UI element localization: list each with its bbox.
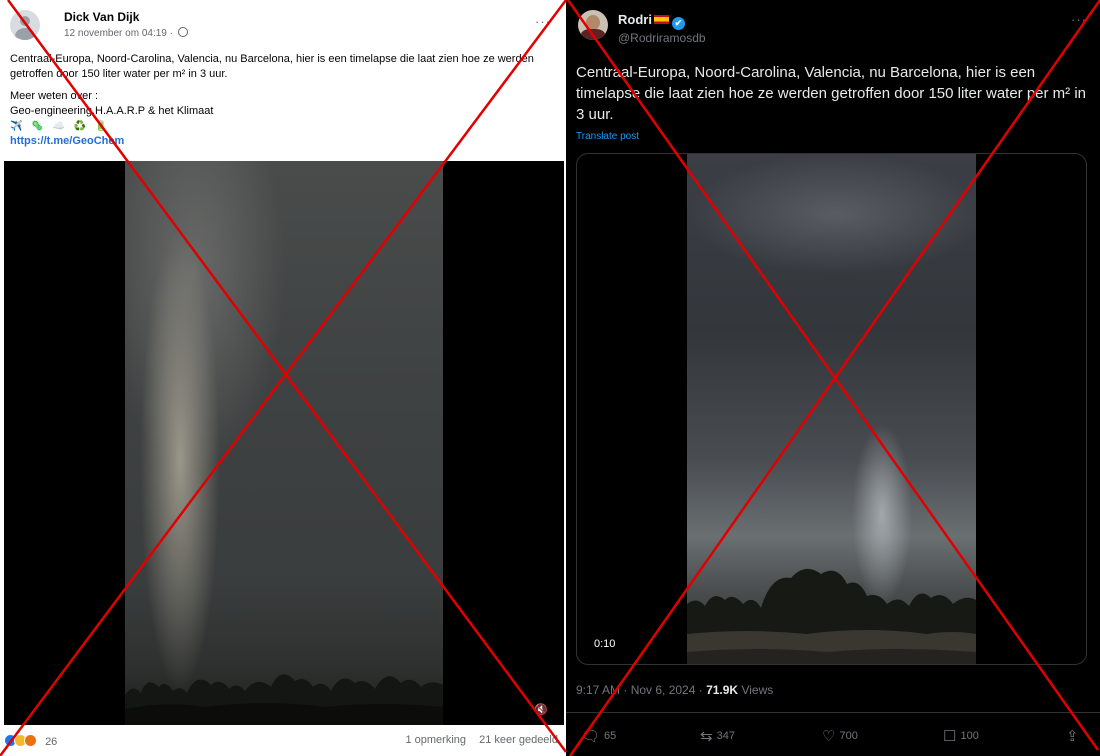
- fb-post-text: Centraal-Europa, Noord-Carolina, Valenci…: [10, 52, 555, 149]
- spain-flag-icon: [653, 15, 669, 24]
- x-more-options-button[interactable]: ···: [1071, 12, 1087, 27]
- x-like-count: 700: [839, 730, 858, 742]
- verified-badge-icon: ✔: [671, 17, 685, 30]
- reply-icon: 🗨: [581, 728, 601, 745]
- fb-timestamp-text[interactable]: 12 november om 04:19 ·: [64, 28, 173, 39]
- fb-reactions-count[interactable]: 26: [45, 736, 57, 748]
- x-translate-link[interactable]: Translate post: [576, 131, 639, 142]
- x-video-treeline: [687, 568, 976, 664]
- x-views-count: 71.9K: [706, 683, 739, 697]
- fb-post-body: Centraal-Europa, Noord-Carolina, Valenci…: [10, 53, 534, 80]
- fb-post-more-heading: Meer weten over :: [10, 90, 99, 102]
- x-views-label: Views: [741, 683, 774, 697]
- fb-engagement-stats: 1 opmerking 21 keer gedeeld: [405, 734, 558, 746]
- fb-author-name[interactable]: Dick Van Dijk: [64, 10, 139, 24]
- fb-post-timestamp[interactable]: 12 november om 04:19 ·: [64, 27, 188, 39]
- x-reply-button[interactable]: 🗨 65: [581, 727, 616, 745]
- fb-post-topics: Geo-engineering,H.A.A.R.P & het Klimaat: [10, 105, 214, 117]
- x-video-frame[interactable]: [687, 154, 976, 664]
- x-post: Rodri ✔ @Rodriramosdb ··· Centraal-Europa…: [566, 0, 1100, 756]
- fb-video-treeline: [125, 674, 443, 725]
- angry-reaction-icon: [24, 734, 37, 747]
- x-post-datetime[interactable]: 9:17 AM · Nov 6, 2024 ·: [576, 683, 703, 697]
- x-repost-button[interactable]: ⇆ 347: [700, 727, 735, 745]
- bookmark-icon: ☐: [943, 728, 957, 745]
- fb-mute-button[interactable]: 🔇: [534, 703, 548, 716]
- fb-more-options-button[interactable]: ···: [535, 14, 551, 29]
- fb-video-player[interactable]: 🔇: [4, 161, 564, 725]
- x-video-time: 0:10: [594, 638, 616, 650]
- fb-video-frame[interactable]: [125, 161, 443, 725]
- heart-icon: ♡: [822, 728, 836, 745]
- fb-post-emojis: ✈️ 🦠 ☁️ ♻️ 🔋: [10, 121, 111, 132]
- x-post-meta: 9:17 AM · Nov 6, 2024 · 71.9K Views: [576, 683, 773, 697]
- fb-post-link[interactable]: https://t.me/GeoChem: [10, 135, 124, 147]
- globe-icon: [177, 27, 188, 37]
- x-like-button[interactable]: ♡ 700: [822, 727, 858, 745]
- x-share-button[interactable]: ⇪: [1066, 727, 1083, 745]
- x-reply-count: 65: [604, 730, 617, 742]
- fb-reactions[interactable]: 26: [4, 734, 57, 748]
- x-author-name-row[interactable]: Rodri ✔: [618, 12, 685, 30]
- x-post-text: Centraal-Europa, Noord-Carolina, Valenci…: [576, 64, 1087, 123]
- x-divider: [566, 712, 1100, 713]
- x-video-player[interactable]: 0:10: [576, 153, 1087, 665]
- x-bookmark-count: 100: [960, 730, 979, 742]
- facebook-post: Dick Van Dijk 12 november om 04:19 · ···…: [0, 0, 566, 756]
- x-author-handle[interactable]: @Rodriramosdb: [618, 31, 706, 45]
- fb-shares-count[interactable]: 21 keer gedeeld: [479, 734, 558, 746]
- repost-icon: ⇆: [700, 728, 713, 745]
- x-author-name[interactable]: Rodri: [618, 12, 652, 27]
- x-author-avatar[interactable]: [578, 10, 608, 40]
- fb-comments-count[interactable]: 1 opmerking: [405, 734, 466, 746]
- share-icon: ⇪: [1066, 728, 1079, 745]
- x-bookmark-button[interactable]: ☐ 100: [943, 727, 979, 745]
- fb-author-avatar[interactable]: [10, 10, 40, 40]
- x-repost-count: 347: [716, 730, 735, 742]
